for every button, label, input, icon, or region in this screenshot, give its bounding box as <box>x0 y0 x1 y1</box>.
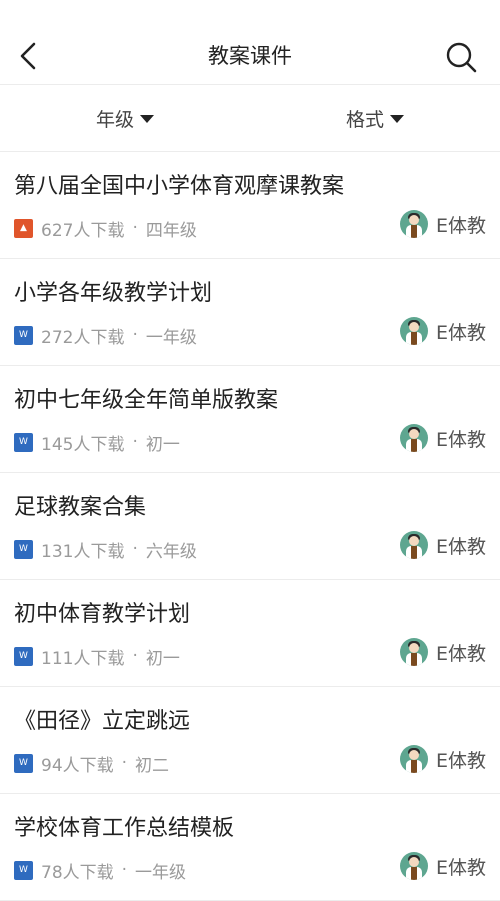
list-item[interactable]: 初中七年级全年简单版教案 W 145人下载 · 初一 E体教 <box>0 366 500 473</box>
author-name: E体教 <box>435 642 486 665</box>
meta-separator: · <box>132 325 138 345</box>
list-item[interactable]: 小学各年级教学计划 W 272人下载 · 一年级 E体教 <box>0 259 500 366</box>
item-downloads: 627人下载 <box>41 220 125 241</box>
author-name: E体教 <box>435 749 486 772</box>
list-item[interactable]: 学校体育工作总结模板 W 78人下载 · 一年级 E体教 <box>0 794 500 901</box>
word-file-icon: W <box>14 860 33 880</box>
meta-separator: · <box>121 860 128 880</box>
list-item[interactable]: 第八届全国中小学体育观摩课教案 ▲ 627人下载 · 四年级 E体教 <box>0 152 500 259</box>
item-meta: W 111人下载 · 初一 <box>14 644 180 669</box>
page-title: 教案课件 <box>208 44 292 68</box>
item-title: 初中体育教学计划 <box>14 602 191 627</box>
item-title: 初中七年级全年简单版教案 <box>14 388 279 413</box>
item-meta: W 272人下载 · 一年级 <box>14 323 197 348</box>
item-level: 四年级 <box>145 220 197 241</box>
search-icon[interactable] <box>444 40 478 74</box>
item-meta: W 145人下载 · 初一 <box>14 430 180 455</box>
format-filter-label: 格式 <box>345 108 384 131</box>
item-downloads: 78人下载 <box>41 862 114 883</box>
courseware-list: 第八届全国中小学体育观摩课教案 ▲ 627人下载 · 四年级 E体教 小学各年级… <box>0 152 500 901</box>
item-title: 小学各年级教学计划 <box>14 281 213 306</box>
grade-filter-label: 年级 <box>95 108 134 131</box>
avatar <box>399 210 428 238</box>
item-meta: ▲ 627人下载 · 四年级 <box>14 216 197 241</box>
filter-bar: 年级 格式 <box>0 85 500 152</box>
meta-separator: · <box>132 646 138 666</box>
caret-down-icon <box>140 115 154 123</box>
item-author[interactable]: E体教 <box>399 210 486 238</box>
avatar <box>399 317 428 345</box>
author-name: E体教 <box>435 214 486 237</box>
top-navigation-bar: 教案课件 <box>0 0 500 85</box>
item-level: 一年级 <box>135 862 187 883</box>
item-meta: W 94人下载 · 初二 <box>14 751 170 776</box>
author-name: E体教 <box>435 428 486 451</box>
item-downloads: 131人下载 <box>41 541 125 562</box>
item-title: 第八届全国中小学体育观摩课教案 <box>14 174 345 199</box>
item-title: 《田径》立定跳远 <box>14 709 191 734</box>
item-level: 初一 <box>145 434 180 455</box>
meta-separator: · <box>132 218 138 238</box>
avatar <box>399 531 428 559</box>
list-item[interactable]: 足球教案合集 W 131人下载 · 六年级 E体教 <box>0 473 500 580</box>
word-file-icon: W <box>14 539 33 559</box>
format-filter-dropdown[interactable]: 格式 <box>250 85 500 151</box>
item-author[interactable]: E体教 <box>399 424 486 452</box>
author-name: E体教 <box>435 856 486 879</box>
avatar <box>399 745 428 773</box>
item-level: 初一 <box>145 648 180 669</box>
item-downloads: 145人下载 <box>41 434 125 455</box>
meta-separator: · <box>132 539 138 559</box>
avatar <box>399 852 428 880</box>
item-meta: W 131人下载 · 六年级 <box>14 537 197 562</box>
word-file-icon: W <box>14 432 33 452</box>
grade-filter-dropdown[interactable]: 年级 <box>0 85 250 151</box>
author-name: E体教 <box>435 535 486 558</box>
meta-separator: · <box>132 432 138 452</box>
author-name: E体教 <box>435 321 486 344</box>
word-file-icon: W <box>14 646 33 666</box>
item-downloads: 111人下载 <box>41 648 125 669</box>
word-file-icon: W <box>14 753 33 773</box>
word-file-icon: W <box>14 325 33 345</box>
list-item[interactable]: 《田径》立定跳远 W 94人下载 · 初二 E体教 <box>0 687 500 794</box>
item-meta: W 78人下载 · 一年级 <box>14 858 187 883</box>
meta-separator: · <box>121 753 128 773</box>
item-level: 六年级 <box>145 541 197 562</box>
item-downloads: 272人下载 <box>41 327 125 348</box>
pdf-file-icon: ▲ <box>14 218 33 238</box>
item-author[interactable]: E体教 <box>399 852 486 880</box>
item-author[interactable]: E体教 <box>399 638 486 666</box>
item-author[interactable]: E体教 <box>399 745 486 773</box>
avatar <box>399 638 428 666</box>
item-author[interactable]: E体教 <box>399 531 486 559</box>
item-downloads: 94人下载 <box>41 755 114 776</box>
avatar <box>399 424 428 452</box>
item-level: 初二 <box>135 755 170 776</box>
item-title: 学校体育工作总结模板 <box>14 816 235 841</box>
list-item[interactable]: 初中体育教学计划 W 111人下载 · 初一 E体教 <box>0 580 500 687</box>
item-title: 足球教案合集 <box>14 495 147 520</box>
item-author[interactable]: E体教 <box>399 317 486 345</box>
item-level: 一年级 <box>145 327 197 348</box>
caret-down-icon <box>390 115 404 123</box>
